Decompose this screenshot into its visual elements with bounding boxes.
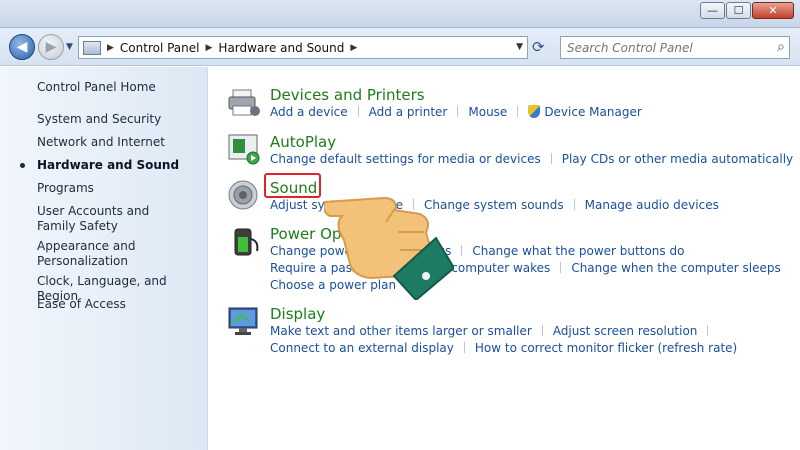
link-row: Make text and other items larger or smal… bbox=[270, 323, 737, 340]
back-button[interactable]: ◀ bbox=[9, 34, 35, 60]
link-connect-external-display[interactable]: Connect to an external display bbox=[270, 341, 454, 355]
address-bar[interactable]: ▶ Control Panel ▶ Hardware and Sound ▶ ▼ bbox=[78, 36, 528, 59]
link-separator bbox=[560, 262, 562, 273]
search-icon[interactable]: ⌕ bbox=[777, 39, 785, 55]
recent-pages-dropdown-icon[interactable]: ▼ bbox=[66, 42, 73, 52]
window-controls: — ☐ ✕ bbox=[699, 2, 794, 19]
sidebar-item-user-accounts[interactable]: User Accounts and Family Safety bbox=[37, 204, 187, 234]
category-title[interactable]: Power Options bbox=[270, 225, 378, 243]
link-separator bbox=[573, 199, 575, 210]
link-monitor-flicker[interactable]: How to correct monitor flicker (refresh … bbox=[475, 341, 737, 355]
control-panel-icon bbox=[83, 40, 101, 55]
sidebar-item-hardware-and-sound[interactable]: Hardware and Sound bbox=[20, 158, 207, 173]
autoplay-icon bbox=[228, 134, 260, 165]
link-row: Connect to an external display How to cor… bbox=[270, 340, 737, 357]
link-separator bbox=[517, 106, 519, 117]
printer-icon bbox=[228, 89, 260, 116]
sidebar-item-label: Hardware and Sound bbox=[37, 158, 180, 172]
link-adjust-screen-resolution[interactable]: Adjust screen resolution bbox=[553, 324, 698, 338]
breadcrumb-control-panel[interactable]: Control Panel bbox=[120, 41, 200, 55]
category-links: Add a device Add a printer Mouse Device Man… bbox=[270, 104, 642, 121]
shield-icon bbox=[528, 105, 541, 118]
search-box[interactable]: ⌕ bbox=[560, 36, 790, 59]
refresh-icon[interactable]: ⟳ bbox=[532, 38, 545, 56]
link-separator bbox=[457, 106, 459, 117]
link-adjust-system-volume[interactable]: Adjust system volume bbox=[270, 198, 403, 212]
sidebar: Control Panel Home System and Security N… bbox=[0, 67, 208, 450]
link-change-when-sleeps[interactable]: Change when the computer sleeps bbox=[571, 261, 780, 275]
search-input[interactable] bbox=[561, 37, 761, 58]
forward-button[interactable]: ▶ bbox=[38, 34, 64, 60]
sidebar-item-ease-of-access[interactable]: Ease of Access bbox=[37, 297, 207, 312]
link-row: Change power-saving settings Change what … bbox=[270, 243, 781, 260]
link-add-printer[interactable]: Add a printer bbox=[369, 105, 448, 119]
link-row: Require a password when the computer wak… bbox=[270, 260, 781, 277]
link-mouse[interactable]: Mouse bbox=[468, 105, 507, 119]
address-dropdown-icon[interactable]: ▼ bbox=[516, 42, 523, 52]
link-change-power-saving[interactable]: Change power-saving settings bbox=[270, 244, 451, 258]
category-title[interactable]: AutoPlay bbox=[270, 133, 336, 151]
breadcrumb-arrow-icon[interactable]: ▶ bbox=[206, 43, 213, 53]
link-manage-audio-devices[interactable]: Manage audio devices bbox=[585, 198, 719, 212]
link-separator bbox=[463, 342, 465, 353]
link-device-manager[interactable]: Device Manager bbox=[544, 105, 641, 119]
link-separator bbox=[541, 325, 543, 336]
link-change-system-sounds[interactable]: Change system sounds bbox=[424, 198, 564, 212]
link-separator bbox=[461, 245, 463, 256]
active-bullet bbox=[20, 163, 25, 168]
category-links: Change default settings for media or dev… bbox=[270, 151, 793, 168]
breadcrumb-arrow-icon[interactable]: ▶ bbox=[107, 43, 114, 53]
link-add-device[interactable]: Add a device bbox=[270, 105, 348, 119]
close-button[interactable]: ✕ bbox=[752, 2, 794, 19]
category-links: Make text and other items larger or smal… bbox=[270, 323, 737, 357]
sidebar-item-control-panel-home[interactable]: Control Panel Home bbox=[37, 80, 207, 95]
category-links: Change power-saving settings Change what … bbox=[270, 243, 781, 294]
sound-highlight-box bbox=[264, 173, 321, 198]
link-change-default-settings[interactable]: Change default settings for media or dev… bbox=[270, 152, 541, 166]
link-make-text-larger[interactable]: Make text and other items larger or smal… bbox=[270, 324, 532, 338]
link-require-password[interactable]: Require a password when the computer wak… bbox=[270, 261, 550, 275]
link-separator bbox=[412, 199, 414, 210]
link-separator bbox=[357, 106, 359, 117]
sidebar-item-programs[interactable]: Programs bbox=[37, 181, 207, 196]
link-change-power-buttons[interactable]: Change what the power buttons do bbox=[472, 244, 684, 258]
minimize-button[interactable]: — bbox=[700, 2, 725, 19]
category-title[interactable]: Devices and Printers bbox=[270, 86, 425, 104]
link-play-cds[interactable]: Play CDs or other media automatically bbox=[562, 152, 793, 166]
battery-icon bbox=[234, 228, 259, 256]
breadcrumb-arrow-icon[interactable]: ▶ bbox=[350, 43, 357, 53]
link-choose-power-plan[interactable]: Choose a power plan bbox=[270, 278, 396, 292]
breadcrumb-hardware-and-sound[interactable]: Hardware and Sound bbox=[218, 41, 344, 55]
speaker-icon bbox=[228, 180, 258, 210]
sidebar-item-appearance[interactable]: Appearance and Personalization bbox=[37, 239, 147, 269]
title-bar: — ☐ ✕ bbox=[0, 0, 800, 28]
main-content: Devices and Printers Add a device Add a p… bbox=[209, 67, 800, 450]
link-separator bbox=[550, 153, 552, 164]
link-separator bbox=[707, 325, 709, 336]
category-links: Adjust system volume Change system sounds… bbox=[270, 197, 719, 214]
navigation-bar: ◀ ▶ ▼ ▶ Control Panel ▶ Hardware and Sou… bbox=[0, 28, 800, 66]
sidebar-item-system-and-security[interactable]: System and Security bbox=[37, 112, 207, 127]
category-title[interactable]: Display bbox=[270, 305, 325, 323]
monitor-icon bbox=[228, 307, 258, 335]
link-row: Choose a power plan bbox=[270, 277, 781, 294]
sidebar-item-network-and-internet[interactable]: Network and Internet bbox=[37, 135, 207, 150]
maximize-button[interactable]: ☐ bbox=[726, 2, 751, 19]
